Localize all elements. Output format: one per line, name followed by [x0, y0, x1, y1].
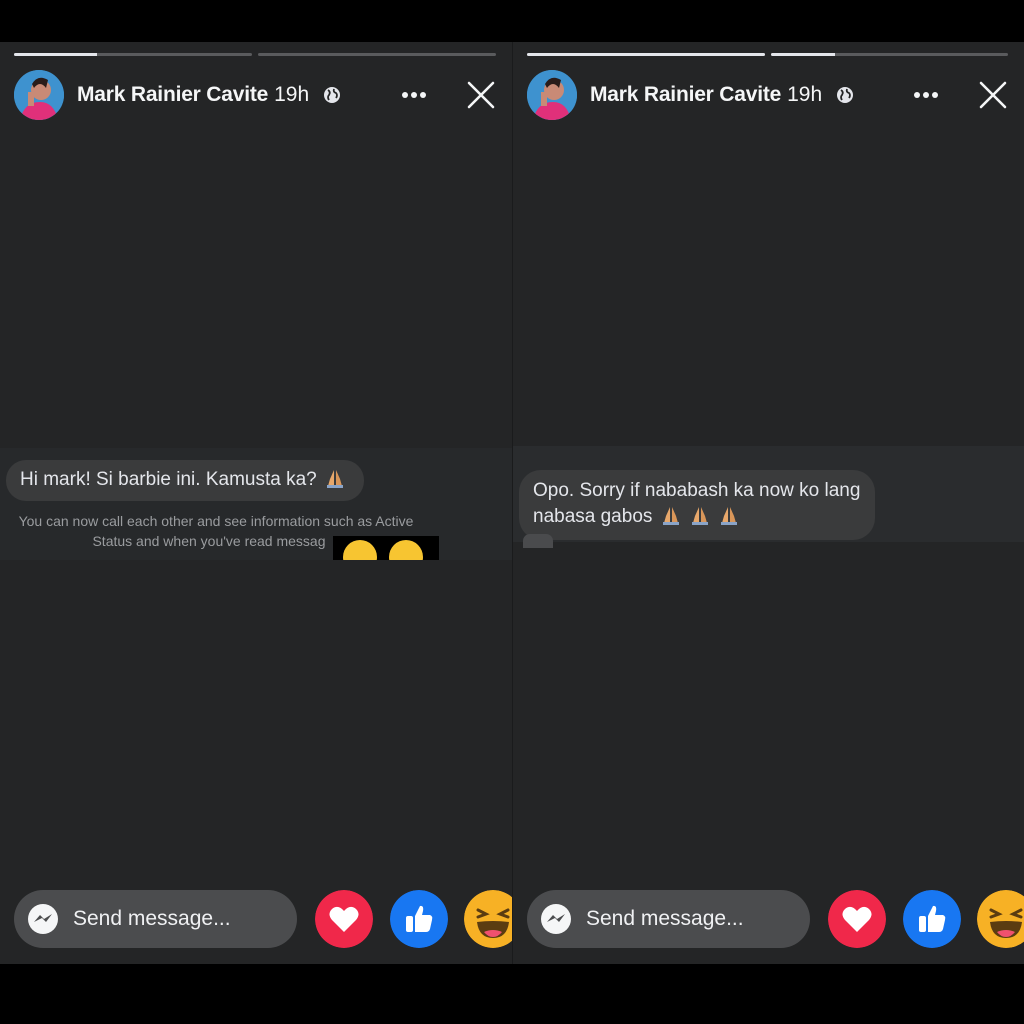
send-message-placeholder: Send message... — [73, 907, 231, 930]
message-text-line1: Opo. Sorry if nababash ka now ko lang — [533, 480, 861, 501]
post-time: 19h — [274, 83, 310, 106]
story-progress-bar — [14, 53, 496, 56]
story-header: Mark Rainier Cavite 19h — [14, 69, 498, 121]
seen-avatar-icon — [523, 534, 553, 548]
folded-hands-emoji-icon — [662, 507, 679, 525]
send-message-input[interactable]: Send message... — [527, 890, 810, 948]
message-bubble: Opo. Sorry if nababash ka now ko lang na… — [519, 470, 875, 540]
author-name[interactable]: Mark Rainier Cavite — [590, 83, 781, 107]
more-options-icon[interactable] — [398, 79, 430, 111]
close-icon[interactable] — [464, 78, 498, 112]
close-icon[interactable] — [976, 78, 1010, 112]
globe-icon — [837, 87, 854, 103]
progress-segment — [14, 53, 252, 56]
like-reaction-icon[interactable] — [903, 890, 961, 948]
author-name[interactable]: Mark Rainier Cavite — [77, 83, 268, 107]
smiling-hearts-emoji-icon — [389, 540, 423, 560]
crying-emoji-icon — [343, 540, 377, 560]
heart-reaction-icon[interactable] — [828, 890, 886, 948]
haha-reaction-icon[interactable] — [977, 890, 1024, 948]
folded-hands-emoji-icon — [721, 507, 738, 525]
message-bubble: Hi mark! Si barbie ini. Kamusta ka? — [6, 460, 365, 501]
message-text-line2: nabasa gabos — [533, 506, 653, 527]
post-time: 19h — [787, 83, 823, 106]
send-message-input[interactable]: Send message... — [14, 890, 297, 948]
haha-reaction-icon[interactable] — [464, 890, 512, 948]
globe-icon — [324, 87, 341, 103]
folded-hands-emoji-icon — [327, 470, 344, 488]
sticker-emoji-strip — [333, 536, 439, 560]
messenger-icon — [541, 904, 571, 934]
send-message-placeholder: Send message... — [586, 907, 744, 930]
like-reaction-icon[interactable] — [390, 890, 448, 948]
avatar[interactable] — [14, 70, 64, 120]
story-panel-left: Mark Rainier Cavite 19h Hi mark! Si barb… — [0, 42, 512, 964]
progress-segment — [527, 53, 765, 56]
story-screenshot-content: Opo. Sorry if nababash ka now ko lang na… — [513, 446, 1024, 548]
story-footer: Send message... — [513, 890, 1024, 948]
message-text: Hi mark! Si barbie ini. Kamusta ka? — [20, 469, 317, 490]
story-panel-right: Mark Rainier Cavite 19h Opo. Sorry if na… — [512, 42, 1024, 964]
heart-reaction-icon[interactable] — [315, 890, 373, 948]
more-options-icon[interactable] — [910, 79, 942, 111]
folded-hands-emoji-icon — [691, 507, 708, 525]
story-header: Mark Rainier Cavite 19h — [527, 69, 1010, 121]
avatar[interactable] — [527, 70, 577, 120]
progress-segment — [258, 53, 496, 56]
story-screenshot-content: Hi mark! Si barbie ini. Kamusta ka? You … — [0, 448, 512, 560]
story-progress-bar — [527, 53, 1008, 56]
story-footer: Send message... — [0, 890, 512, 948]
progress-segment — [770, 53, 1008, 56]
messenger-icon — [28, 904, 58, 934]
